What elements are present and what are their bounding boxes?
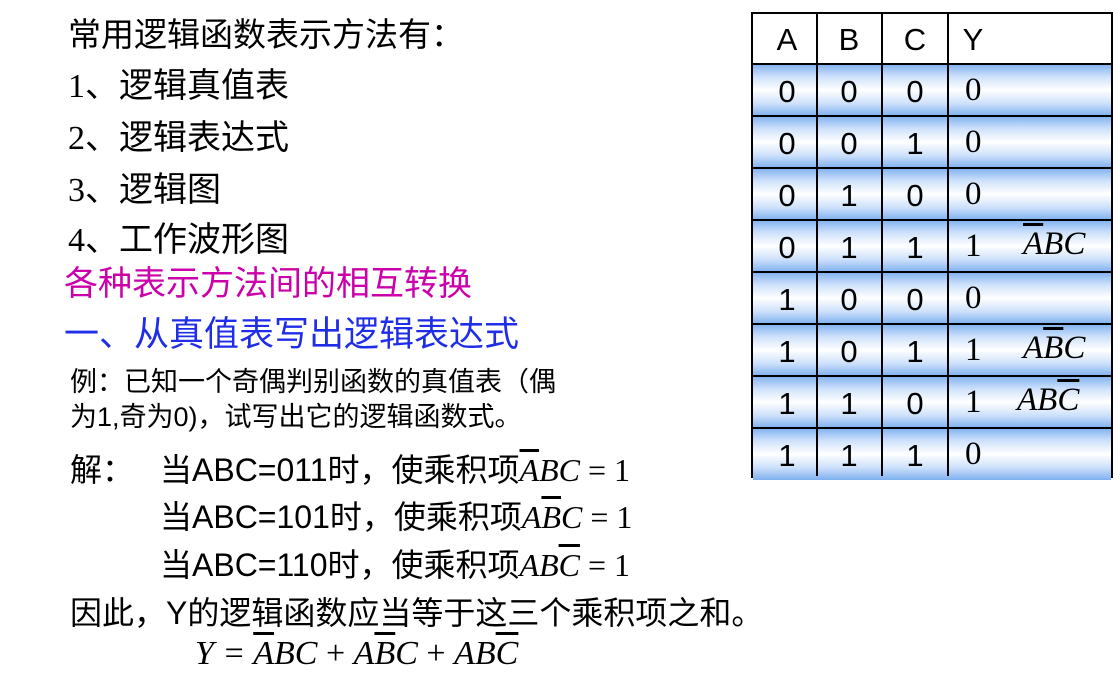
output-cell: 0 xyxy=(965,124,982,160)
header-b: B xyxy=(838,22,860,57)
equals-one: = 1 xyxy=(579,547,630,583)
method-item-1: 1、逻辑真值表 xyxy=(68,68,289,105)
header-a: A xyxy=(776,22,798,57)
table-cell: 0 xyxy=(778,178,796,213)
method-item-2: 2、逻辑表达式 xyxy=(68,120,289,157)
table-cell: 0 xyxy=(778,230,796,265)
row-divider xyxy=(753,219,1111,221)
condition-text: 当ABC=011时，使乘积项 xyxy=(160,452,520,488)
solution-line-1: 当ABC=011时，使乘积项ABC = 1 xyxy=(160,445,630,491)
product-term: ABC xyxy=(521,499,583,535)
section-heading-conversion: 各种表示方法间的相互转换 xyxy=(64,265,472,303)
table-cell: 1 xyxy=(906,230,924,265)
row-divider xyxy=(753,323,1111,325)
row-divider xyxy=(753,63,1111,65)
example-text-line-1: 例：已知一个奇偶判别函数的真值表（偶 xyxy=(70,367,556,397)
solution-label: 解： xyxy=(70,452,135,488)
row-divider xyxy=(753,375,1111,377)
condition-text: 当ABC=110时，使乘积项 xyxy=(160,547,520,583)
product-term-011: ABC xyxy=(1023,226,1086,262)
column-divider xyxy=(947,14,949,476)
table-cell: 0 xyxy=(840,282,858,317)
table-row: 0 1 0 0 xyxy=(753,168,1111,220)
table-cell: 1 xyxy=(778,386,796,421)
table-cell: 0 xyxy=(906,386,924,421)
table-cell: 0 xyxy=(778,126,796,161)
page-title: 常用逻辑函数表示方法有： xyxy=(68,18,464,54)
row-divider xyxy=(753,115,1111,117)
truth-table-header: A B C Y xyxy=(753,14,1111,64)
table-cell: 1 xyxy=(778,282,796,317)
table-cell: 0 xyxy=(840,126,858,161)
conclusion-text: 因此，Y的逻辑函数应当等于这三个乘积项之和。 xyxy=(70,595,764,631)
final-formula: Y = ABC + ABC + ABC xyxy=(195,635,519,672)
column-divider xyxy=(881,14,883,476)
product-term: ABC xyxy=(519,452,580,488)
condition-text: 当ABC=101时，使乘积项 xyxy=(160,499,522,535)
product-term: ABC xyxy=(519,547,580,583)
table-cell: 1 xyxy=(840,438,858,473)
row-divider xyxy=(753,271,1111,273)
example-text-line-2: 为1,奇为0)，试写出它的逻辑函数式。 xyxy=(70,402,522,432)
table-row: 0 0 1 0 xyxy=(753,116,1111,168)
table-cell: 1 xyxy=(906,126,924,161)
equals-one: = 1 xyxy=(582,499,633,535)
table-cell: 0 xyxy=(840,74,858,109)
equals-one: = 1 xyxy=(579,452,630,488)
method-item-3: 3、逻辑图 xyxy=(68,172,221,209)
output-cell: 0 xyxy=(965,280,982,316)
output-cell: 1 xyxy=(965,332,982,368)
table-cell: 1 xyxy=(778,438,796,473)
table-cell: 1 xyxy=(778,334,796,369)
table-cell: 0 xyxy=(906,282,924,317)
solution-line-3: 当ABC=110时，使乘积项ABC = 1 xyxy=(160,540,630,586)
table-cell: 1 xyxy=(840,386,858,421)
row-divider xyxy=(753,427,1111,429)
output-cell: 0 xyxy=(965,72,982,108)
table-cell: 0 xyxy=(906,178,924,213)
table-cell: 1 xyxy=(840,230,858,265)
output-cell: 0 xyxy=(965,436,982,472)
header-y: Y xyxy=(962,22,984,57)
table-cell: 1 xyxy=(906,438,924,473)
table-row: 1 0 0 0 xyxy=(753,272,1111,324)
table-row: 1 1 1 0 xyxy=(753,428,1111,480)
row-divider xyxy=(753,167,1111,169)
table-cell: 1 xyxy=(906,334,924,369)
method-item-4: 4、工作波形图 xyxy=(68,222,289,259)
table-cell: 1 xyxy=(840,178,858,213)
truth-table: A B C Y 00000010010001111000101111011110… xyxy=(751,12,1113,480)
output-cell: 1 xyxy=(965,228,982,264)
table-cell: 0 xyxy=(778,74,796,109)
table-cell: 0 xyxy=(840,334,858,369)
solution-line-2: 当ABC=101时，使乘积项ABC = 1 xyxy=(160,492,632,538)
output-cell: 1 xyxy=(965,384,982,420)
product-term-110: ABC xyxy=(1017,382,1080,418)
table-row: 0 0 0 0 xyxy=(753,64,1111,116)
header-c: C xyxy=(903,22,927,57)
table-cell: 0 xyxy=(906,74,924,109)
product-term-101: ABC xyxy=(1023,330,1086,366)
column-divider xyxy=(816,14,818,476)
output-cell: 0 xyxy=(965,176,982,212)
section-heading-truth-to-expression: 一、从真值表写出逻辑表达式 xyxy=(64,315,520,354)
